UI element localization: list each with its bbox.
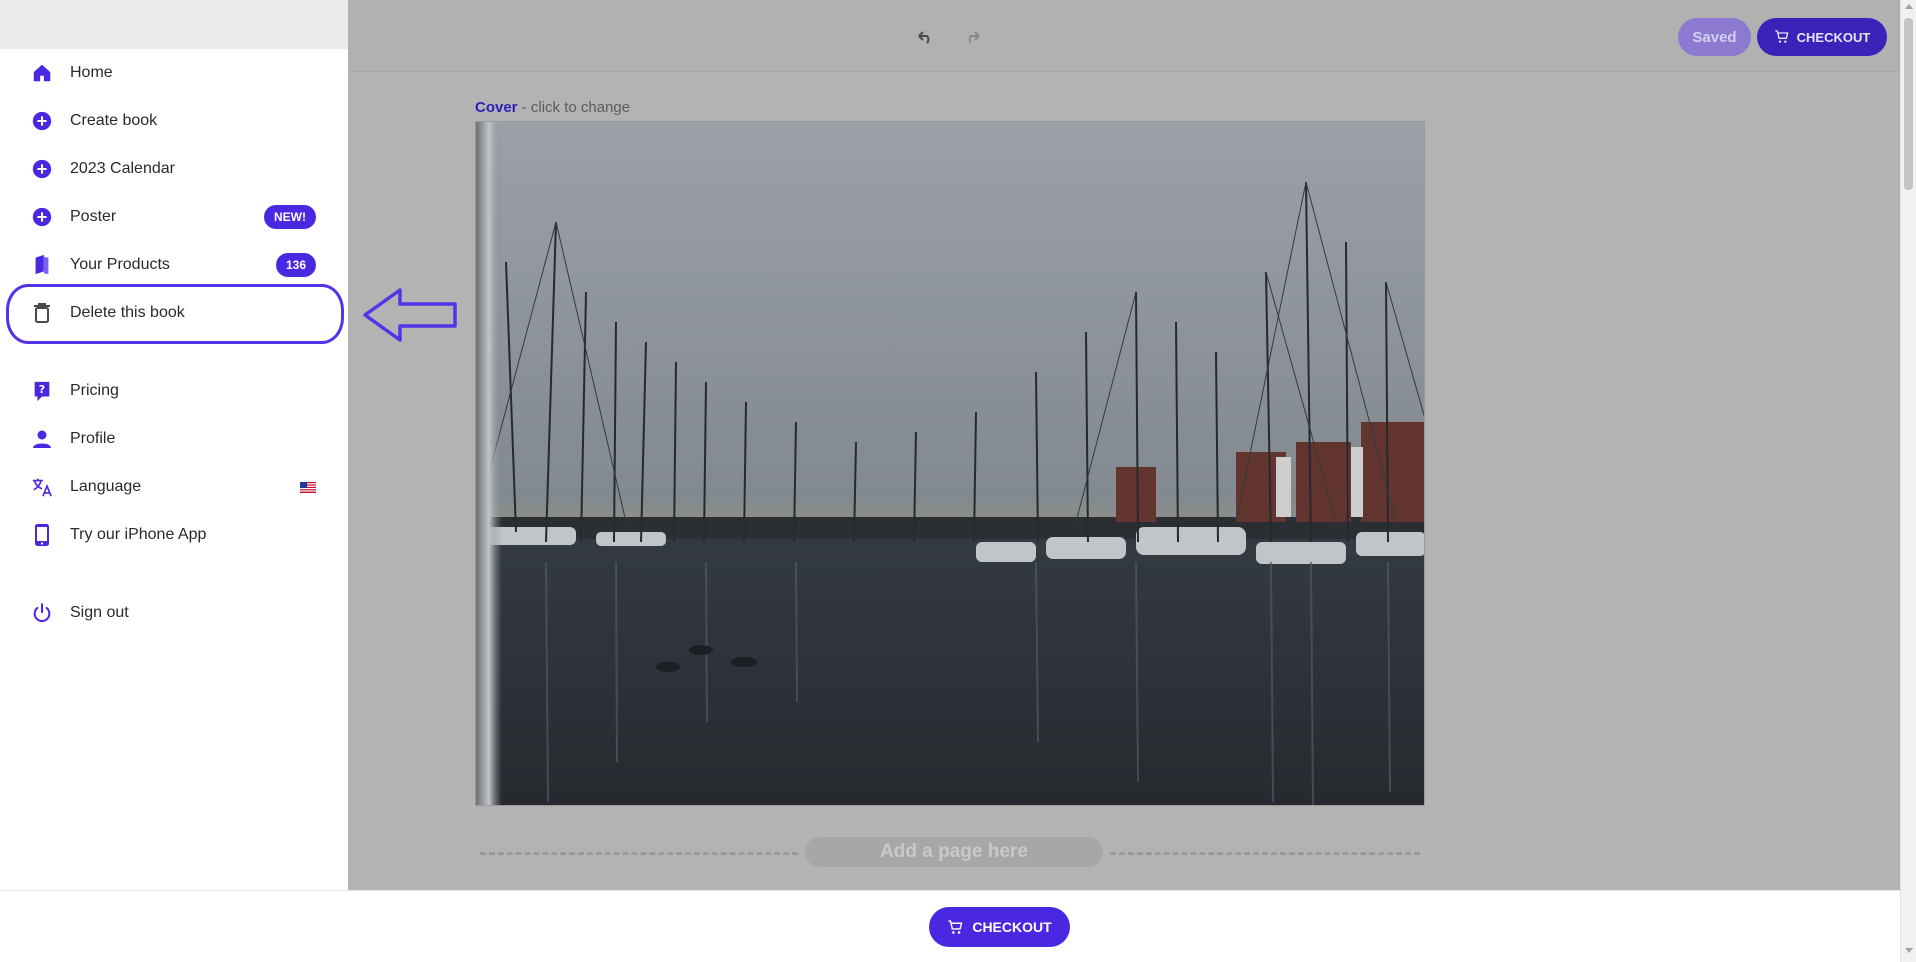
checkout-bottom-label: CHECKOUT — [972, 919, 1052, 935]
checkout-button-top[interactable]: CHECKOUT — [1757, 18, 1887, 56]
sidebar-item-label: Try our iPhone App — [70, 526, 207, 543]
vertical-scrollbar[interactable] — [1900, 0, 1916, 962]
sidebar-item-label: Pricing — [70, 382, 119, 399]
scroll-down-arrow-icon[interactable] — [1905, 948, 1913, 953]
sidebar-item-label: Profile — [70, 430, 116, 447]
products-count-badge: 136 — [275, 253, 316, 277]
redo-icon — [968, 31, 980, 44]
cart-icon — [1774, 30, 1789, 43]
sidebar-item-label: Create book — [70, 112, 158, 129]
sidebar-item-iphone-app[interactable]: Try our iPhone App — [0, 511, 348, 559]
cover-label: Cover - click to change — [475, 99, 630, 116]
checkout-button-bottom[interactable]: CHECKOUT — [929, 907, 1070, 947]
add-page-divider-left — [480, 852, 798, 855]
undo-icon — [918, 31, 930, 44]
sidebar-item-profile[interactable]: Profile — [0, 415, 348, 463]
trash-icon — [30, 301, 54, 325]
sidebar-item-your-products[interactable]: Your Products 136 — [0, 241, 348, 289]
cover-title: Cover — [475, 99, 518, 116]
sidebar-item-label: Delete this book — [70, 304, 185, 321]
power-icon — [30, 601, 54, 625]
undo-button[interactable] — [912, 24, 938, 50]
plus-circle-icon — [30, 109, 54, 133]
cover-image[interactable] — [475, 121, 1425, 806]
sidebar-item-calendar[interactable]: 2023 Calendar — [0, 145, 348, 193]
scroll-thumb[interactable] — [1904, 18, 1913, 190]
sidebar-header — [0, 0, 348, 49]
sidebar-item-language[interactable]: Language — [0, 463, 348, 511]
editor-toolbar: Saved CHECKOUT — [348, 0, 1900, 72]
scroll-up-arrow-icon[interactable] — [1905, 4, 1913, 9]
checkout-top-label: CHECKOUT — [1796, 29, 1871, 45]
sidebar-item-create-book[interactable]: Create book — [0, 97, 348, 145]
sidebar-item-label: Sign out — [70, 604, 129, 621]
book-editor: Saved CHECKOUT Cover - click to change A… — [348, 0, 1900, 890]
book-icon — [30, 253, 54, 277]
sidebar-item-home[interactable]: Home — [0, 49, 348, 97]
sidebar-item-label: Language — [70, 478, 142, 495]
help-icon: ? — [30, 379, 54, 403]
sidebar-item-sign-out[interactable]: Sign out — [0, 589, 348, 637]
person-icon — [30, 427, 54, 451]
new-badge: NEW! — [264, 205, 316, 229]
home-icon — [30, 61, 54, 85]
plus-circle-icon — [30, 157, 54, 181]
saved-button[interactable]: Saved — [1678, 18, 1751, 56]
sidebar-item-label: Your Products — [70, 256, 170, 273]
sidebar-item-label: Poster — [70, 208, 117, 225]
sidebar-item-label: 2023 Calendar — [70, 160, 175, 177]
plus-circle-icon — [30, 205, 54, 229]
us-flag-icon — [300, 481, 316, 493]
cart-icon — [948, 919, 963, 934]
sidebar-item-delete-book[interactable]: Delete this book — [0, 289, 348, 337]
add-page-divider-right — [1110, 852, 1420, 855]
sidebar-menu: Home Create book 2023 Calendar Poster NE… — [0, 0, 348, 890]
cover-hint: - click to change — [517, 99, 631, 116]
redo-button[interactable] — [960, 24, 986, 50]
sidebar-item-pricing[interactable]: ? Pricing — [0, 367, 348, 415]
sidebar-item-poster[interactable]: Poster NEW! — [0, 193, 348, 241]
translate-icon — [30, 475, 54, 499]
add-page-button[interactable]: Add a page here — [805, 837, 1103, 867]
phone-icon — [30, 523, 54, 547]
harbor-photo — [476, 122, 1424, 805]
svg-text:?: ? — [39, 383, 45, 396]
pointer-arrow-icon — [363, 288, 457, 342]
bottom-bar: CHECKOUT — [0, 890, 1900, 962]
sidebar-item-label: Home — [70, 64, 113, 81]
add-page-bar[interactable]: Add a page here — [480, 837, 1420, 867]
